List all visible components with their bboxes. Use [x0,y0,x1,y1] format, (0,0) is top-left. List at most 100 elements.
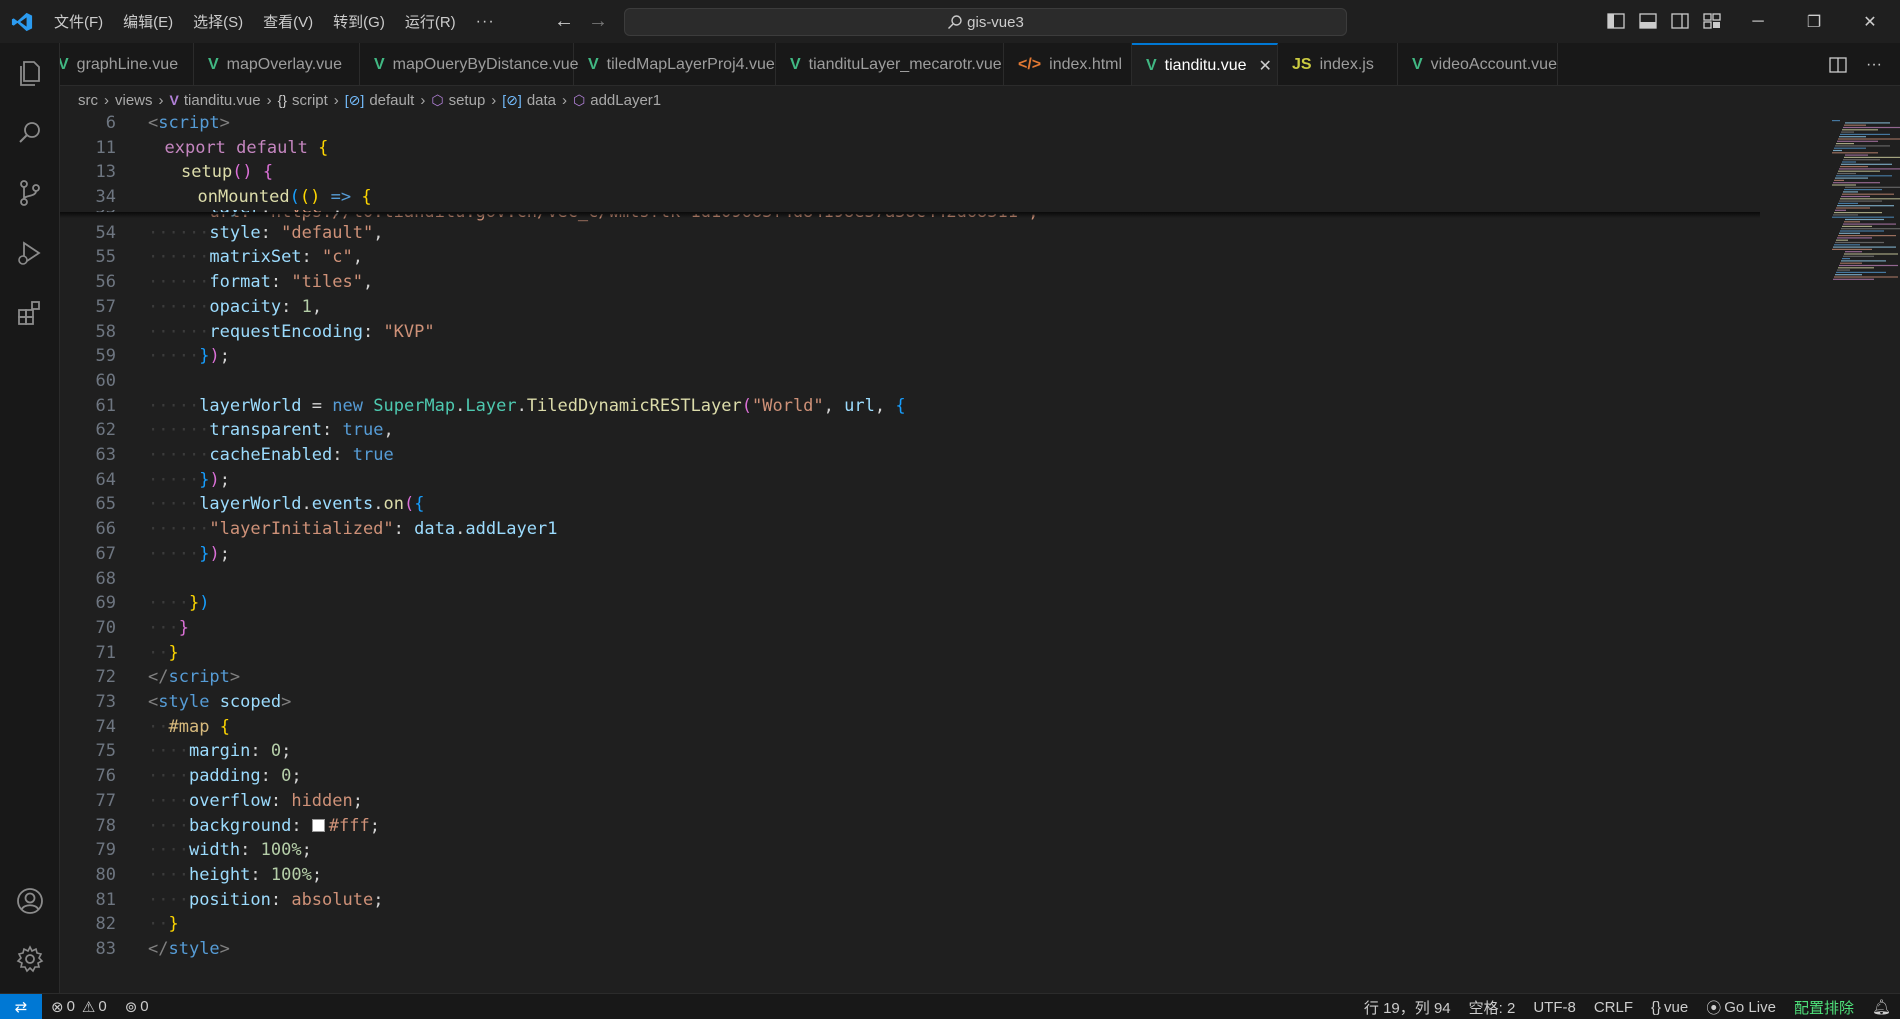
tab-videoaccount-vue[interactable]: VvideoAccount.vue [1398,43,1558,85]
problems-indicator[interactable]: ⊗ 0 ⚠ 0 [42,998,116,1016]
menu-item[interactable]: 选择(S) [183,0,253,43]
code-line[interactable]: 76 ····padding: 0; [60,764,1760,789]
code-line[interactable]: 68 [60,567,1760,592]
tab-mapoverlay-vue[interactable]: VmapOverlay.vue [194,43,360,85]
code-line[interactable]: 70 ···} [60,616,1760,641]
cursor-position[interactable]: 行 19，列 94 [1355,997,1460,1018]
tab-index-js[interactable]: JS index.js [1278,43,1398,85]
back-arrow-icon[interactable]: ← [548,10,580,33]
menu-item[interactable]: 查看(V) [253,0,323,43]
minimize-icon[interactable]: ─ [1735,0,1781,43]
sticky-line[interactable]: 34 onMounted(() => { [60,185,1760,210]
go-live-button[interactable]: ⦿ Go Live [1697,997,1785,1018]
restore-icon[interactable]: ❐ [1791,0,1837,43]
code-line[interactable]: 54 ······style: "default", [60,221,1760,246]
code-line[interactable]: 55 ······matrixSet: "c", [60,245,1760,270]
code-line[interactable]: 80 ····height: 100%; [60,863,1760,888]
code-line[interactable]: 63 ······cacheEnabled: true [60,443,1760,468]
code-token: { [895,395,906,416]
code-line[interactable]: 78 ····background: #fff; [60,814,1760,839]
code-line[interactable]: 67 ·····}); [60,542,1760,567]
search-view-icon[interactable] [14,117,46,149]
code-line[interactable]: 64 ·····}); [60,468,1760,493]
code-line[interactable]: 81 ····position: absolute; [60,888,1760,913]
tab-tianditulayer-mecarotr-vue[interactable]: VtiandituLayer_mecarotr.vue [776,43,1004,85]
forward-arrow-icon[interactable]: → [582,10,614,33]
customize-layout-icon[interactable] [1702,11,1722,31]
sticky-line[interactable]: 13 setup() { [60,160,1760,186]
code-line[interactable]: 77 ····overflow: hidden; [60,789,1760,814]
breadcrumb-addlayer1[interactable]: addLayer1 [590,92,661,109]
breadcrumb-file[interactable]: tianditu.vue [184,92,261,109]
menu-item[interactable]: 编辑(E) [113,0,183,43]
toggle-primary-sidebar-icon[interactable] [1606,11,1626,31]
tab-tiledmaplayerproj4-vue[interactable]: VtiledMapLayerProj4.vue [574,43,776,85]
close-tab-icon[interactable]: ✕ [1259,56,1272,76]
sticky-line[interactable]: 11 export default { [60,135,1760,161]
sticky-line[interactable]: 6 <script> [60,111,1760,136]
extensions-icon[interactable] [14,297,46,329]
menu-item[interactable]: 文件(F) [44,0,113,43]
code-line[interactable]: 59 ·····}); [60,344,1760,369]
line-number: 54 [95,222,116,243]
breadcrumb-default[interactable]: default [369,92,414,109]
end-of-line[interactable]: CRLF [1585,999,1642,1016]
more-actions-icon[interactable]: ··· [1866,56,1882,74]
indentation[interactable]: 空格: 2 [1460,997,1525,1018]
command-center-search[interactable]: gis-vue3 [624,8,1347,36]
code-line[interactable]: 71 ··} [60,641,1760,666]
breadcrumb-script[interactable]: script [292,92,328,109]
code-line[interactable]: 82 ··} [60,912,1760,937]
notifications-bell-icon[interactable]: 🔔︎ [1863,998,1900,1016]
code-line[interactable]: 60 [60,369,1760,394]
color-swatch[interactable] [311,818,325,832]
encoding[interactable]: UTF-8 [1524,999,1585,1016]
toggle-secondary-sidebar-icon[interactable] [1670,11,1690,31]
explorer-icon[interactable] [14,57,46,89]
breadcrumb-setup[interactable]: setup [449,92,486,109]
remote-indicator-icon[interactable]: ⇄ [0,993,42,1019]
minimap[interactable] [1830,114,1900,993]
breadcrumb-views[interactable]: views [115,92,153,109]
tab-graphline-vue[interactable]: VgraphLine.vue [60,43,194,85]
run-debug-icon[interactable] [14,237,46,269]
breadcrumb-data[interactable]: data [527,92,556,109]
accounts-icon[interactable] [14,885,46,917]
code-text: </script> [148,665,240,690]
code-token: , [352,247,363,268]
code-line[interactable]: 74 ··#map { [60,715,1760,740]
code-line[interactable]: 73 <style scoped> [60,690,1760,715]
code-line[interactable]: 61 ·····layerWorld = new SuperMap.Layer.T… [60,394,1760,419]
code-line[interactable]: 65 ·····layerWorld.events.on({ [60,492,1760,517]
close-window-icon[interactable]: ✕ [1847,0,1893,43]
menu-more-button[interactable]: ··· [466,0,505,43]
menu-item[interactable]: 转到(G) [323,0,395,43]
code-line[interactable]: 79 ····width: 100%; [60,838,1760,863]
tab-index-html[interactable]: </> index.html [1004,43,1132,85]
code-line[interactable]: 56 ······format: "tiles", [60,270,1760,295]
toggle-panel-icon[interactable] [1638,11,1658,31]
code-line[interactable]: 83 </style> [60,937,1760,962]
minimap-line [1833,214,1858,216]
tab-mapouerybydistance-vue[interactable]: VmapOueryByDistance.vue [360,43,579,85]
source-control-icon[interactable] [14,177,46,209]
code-token: absolute [291,889,374,910]
settings-gear-icon[interactable] [14,943,46,975]
tab-tianditu-vue[interactable]: Vtianditu.vue ✕ [1132,43,1278,85]
code-editor[interactable]: 6 <script> 11 export default {13 setup() {34… [60,111,1900,993]
split-editor-icon[interactable] [1828,55,1848,75]
line-number: 77 [95,790,116,811]
language-mode[interactable]: {} vue [1642,999,1697,1016]
tab-label: tianditu.vue [1164,56,1247,74]
code-line[interactable]: 62 ······transparent: true, [60,418,1760,443]
ports-indicator[interactable]: ⊚ 0 [116,998,158,1016]
breadcrumb-src[interactable]: src [78,92,98,109]
code-line[interactable]: 72 </script> [60,665,1760,690]
code-line[interactable]: 57 ······opacity: 1, [60,295,1760,320]
config-exclude-button[interactable]: 配置排除 [1785,997,1863,1018]
menu-item[interactable]: 运行(R) [395,0,466,43]
code-line[interactable]: 69 ····}) [60,591,1760,616]
code-line[interactable]: 58 ······requestEncoding: "KVP" [60,320,1760,345]
code-line[interactable]: 75 ····margin: 0; [60,739,1760,764]
code-line[interactable]: 66 ······"layerInitialized": data.addLaye… [60,517,1760,542]
